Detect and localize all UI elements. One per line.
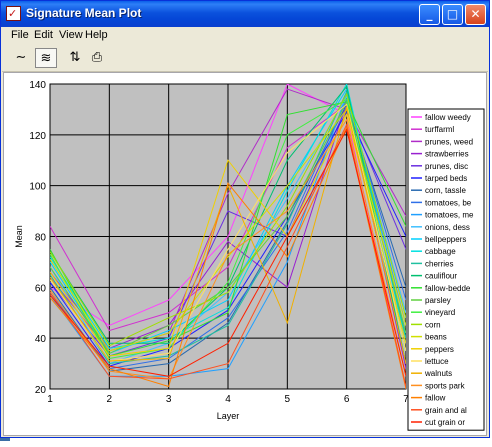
window-title: Signature Mean Plot [26, 6, 142, 20]
taskbar-edge [0, 438, 10, 441]
menu-view[interactable]: View [59, 29, 83, 41]
legend-entry: prunes, disc [425, 162, 468, 171]
legend-entry: bellpeppers [425, 235, 466, 244]
legend-entry: walnuts [424, 369, 452, 378]
legend-entry: lettuce [425, 357, 449, 366]
signature-mean-plot-window: ✓ Signature Mean Plot _ □ ✕ File Edit Vi… [0, 0, 490, 438]
y-tick-label: 80 [35, 233, 47, 244]
y-tick-label: 100 [29, 182, 46, 193]
x-tick-label: 6 [344, 394, 350, 405]
maximize-button[interactable]: □ [442, 4, 463, 25]
title-bar[interactable]: ✓ Signature Mean Plot _ □ ✕ [1, 1, 489, 27]
menu-edit[interactable]: Edit [34, 29, 53, 41]
x-tick-label: 3 [166, 394, 172, 405]
legend-entry: peppers [425, 345, 454, 354]
desktop-strip [0, 438, 492, 447]
switch-axes-icon[interactable]: ⇅ [64, 48, 86, 68]
app-icon-glyph: ✓ [8, 7, 18, 20]
menu-help[interactable]: Help [85, 29, 108, 41]
legend-entry: cabbage [425, 247, 456, 256]
line-plot-icon[interactable]: ∼ [10, 48, 32, 68]
legend-entry: tarped beds [425, 174, 467, 183]
minimize-icon: _ [426, 7, 433, 21]
legend-entry: fallow [425, 394, 446, 403]
x-tick-label: 5 [285, 394, 291, 405]
legend-entry: vineyard [425, 308, 455, 317]
legend-entry: strawberries [425, 150, 469, 159]
signature-plot-app-icon[interactable]: ✓ [6, 6, 21, 21]
print-icon[interactable]: ⎙ [86, 48, 108, 68]
close-button[interactable]: ✕ [465, 4, 486, 25]
x-tick-label: 1 [47, 394, 53, 405]
multi-line-plot-icon[interactable]: ≋ [35, 48, 57, 68]
menu-file[interactable]: File [11, 29, 29, 41]
legend-entry: parsley [425, 296, 451, 305]
legend-entry: cherries [425, 259, 453, 268]
y-tick-label: 40 [35, 334, 47, 345]
signature-mean-chart: 1 2 3 4 5 6 720406080100120140LayerMeanfallow … [14, 80, 485, 431]
legend-entry: corn, tassle [425, 186, 466, 195]
legend-entry: tomatoes, me [425, 211, 474, 220]
legend-entry: fallow-bedde [425, 284, 471, 293]
legend-entry: cauliflour [425, 272, 457, 281]
toolbar: ∼ ≋ ⇅ ⎙ [2, 45, 488, 72]
menu-bar: File Edit View Help [2, 27, 488, 45]
x-tick-label: 4 [225, 394, 231, 405]
legend-entry: grain and al [425, 406, 467, 415]
legend-entry: onions, dess [425, 223, 470, 232]
minimize-button[interactable]: _ [419, 4, 440, 25]
y-axis-label: Mean [14, 225, 24, 248]
legend-entry: beans [425, 333, 447, 342]
y-tick-label: 120 [29, 131, 46, 142]
legend-entry: corn [425, 320, 441, 329]
legend-entry: cut grain or [425, 418, 465, 427]
plot-canvas: 1 2 3 4 5 6 7 20 40 60 80 100 120 140 Layer Mean fallow … [3, 72, 487, 436]
close-icon: ✕ [470, 7, 481, 21]
y-tick-label: 140 [29, 80, 46, 91]
y-tick-label: 60 [35, 283, 47, 294]
maximize-icon: □ [446, 7, 459, 21]
y-tick-label: 20 [35, 385, 47, 396]
legend-entry: sports park [425, 381, 466, 390]
x-axis-label: Layer [217, 411, 240, 421]
legend-entry: turffarml [425, 125, 454, 134]
legend-entry: tomatoes, be [425, 198, 472, 207]
x-tick-label: 2 [107, 394, 113, 405]
legend-entry: prunes, weed [425, 137, 473, 146]
legend-entry: fallow weedy [425, 113, 471, 122]
